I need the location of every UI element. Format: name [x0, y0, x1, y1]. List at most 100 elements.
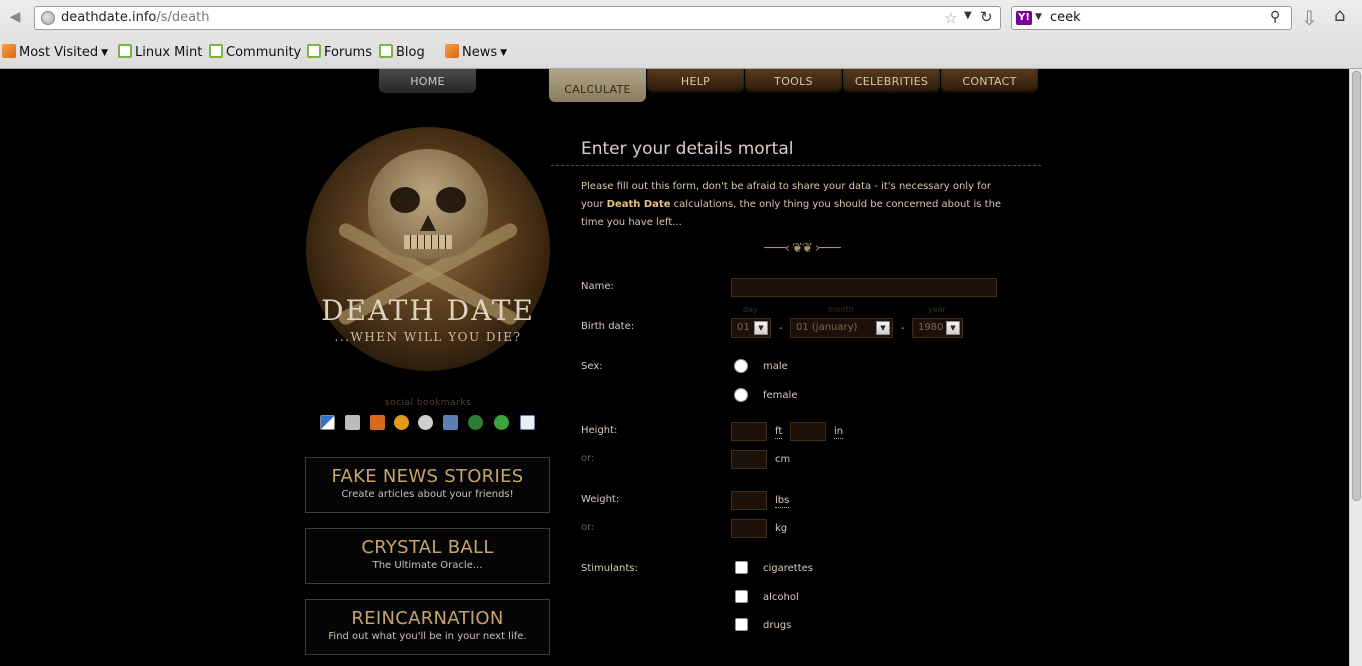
tab-contact[interactable]: CONTACT — [941, 69, 1038, 93]
tab-celebrities[interactable]: CELEBRITIES — [843, 69, 940, 93]
checkbox-drugs[interactable] — [735, 618, 748, 631]
unit-ft: ft — [775, 426, 783, 439]
scrollbar-thumb[interactable] — [1352, 71, 1361, 501]
yahoo-icon[interactable]: Y! — [1016, 11, 1032, 25]
promo-title[interactable]: CRYSTAL BALL — [306, 537, 549, 558]
radio-male[interactable] — [734, 359, 748, 373]
blinklist-icon[interactable] — [394, 415, 409, 430]
technorati-icon[interactable] — [494, 415, 509, 430]
height-in-input[interactable] — [790, 422, 826, 441]
form-intro: Please fill out this form, don't be afra… — [581, 178, 1011, 232]
furl-icon[interactable] — [370, 415, 385, 430]
search-icon[interactable]: ⚲ — [1270, 9, 1280, 25]
female-label[interactable]: female — [763, 390, 797, 401]
delicious-icon[interactable] — [320, 415, 335, 430]
vertical-scrollbar[interactable] — [1349, 69, 1362, 666]
checkbox-cigarettes[interactable] — [735, 561, 748, 574]
sex-label: Sex: — [581, 361, 603, 372]
name-input[interactable] — [731, 278, 997, 297]
bookmark-linux-mint[interactable]: Linux Mint — [118, 44, 202, 60]
promo-subtitle: Find out what you'll be in your next lif… — [328, 631, 527, 642]
promo-crystal-ball[interactable]: CRYSTAL BALL The Ultimate Oracle... — [305, 528, 550, 584]
height-label: Height: — [581, 425, 618, 436]
bookmark-label: News — [462, 45, 498, 60]
skull-teeth — [404, 235, 452, 249]
history-dropdown-icon[interactable]: ▼ — [964, 10, 972, 21]
url-path: /s/death — [156, 10, 210, 25]
bookmark-blog[interactable]: Blog — [379, 44, 425, 60]
reload-icon[interactable]: ↻ — [980, 8, 993, 26]
rss-icon — [445, 44, 459, 58]
promo-title[interactable]: FAKE NEWS STORIES — [306, 466, 549, 487]
url-text[interactable]: deathdate.info/s/death — [61, 10, 209, 25]
search-input[interactable]: ceek — [1050, 10, 1081, 25]
google-icon[interactable] — [520, 415, 535, 430]
cigarettes-label[interactable]: cigarettes — [763, 563, 813, 574]
bookmark-label: Forums — [324, 45, 372, 60]
tab-help[interactable]: HELP — [647, 69, 744, 93]
tab-home[interactable]: HOME — [379, 69, 476, 93]
radio-female[interactable] — [734, 388, 748, 402]
divider — [551, 165, 1041, 166]
checkbox-alcohol[interactable] — [735, 590, 748, 603]
skull-eye — [436, 187, 466, 213]
month-hint: month — [828, 305, 854, 314]
skull-nose — [420, 215, 436, 231]
search-engine-dropdown-icon[interactable]: ▼ — [1035, 12, 1042, 22]
weight-lbs-input[interactable] — [731, 491, 767, 510]
digg-icon[interactable] — [345, 415, 360, 430]
bookmark-star-icon[interactable]: ☆ — [944, 9, 957, 27]
death-date-logo[interactable]: DEATH DATE ...WHEN WILL YOU DIE? — [306, 127, 550, 371]
chevron-down-icon: ▼ — [101, 48, 109, 58]
bookmark-most-visited[interactable]: Most Visited ▼ — [2, 44, 108, 60]
month-select[interactable]: 01 (january) ▼ — [790, 318, 893, 338]
logo-title: DEATH DATE — [321, 294, 535, 327]
bookmark-news[interactable]: News ▼ — [445, 44, 507, 60]
unit-in: in — [834, 426, 844, 439]
reddit-icon[interactable] — [418, 415, 433, 430]
ornament-divider: ───‹ ❦❦ ›─── — [764, 241, 840, 256]
unit-kg: kg — [775, 523, 788, 534]
year-hint: year — [928, 305, 946, 314]
promo-reincarnation[interactable]: REINCARNATION Find out what you'll be in… — [305, 599, 550, 655]
bookmark-label: Linux Mint — [135, 45, 203, 60]
mint-icon — [307, 44, 321, 58]
mint-icon — [209, 44, 223, 58]
tab-tools[interactable]: TOOLS — [745, 69, 842, 93]
search-bar[interactable]: Y! ▼ ceek ⚲ — [1011, 6, 1292, 30]
male-label[interactable]: male — [763, 361, 788, 372]
promo-title[interactable]: REINCARNATION — [306, 608, 549, 629]
month-value: 01 (january) — [796, 322, 858, 333]
year-select[interactable]: 1980 ▼ — [912, 318, 963, 338]
mint-icon — [379, 44, 393, 58]
bookmark-label: Community — [226, 45, 302, 60]
bookmark-community[interactable]: Community — [209, 44, 301, 60]
alcohol-label[interactable]: alcohol — [763, 592, 799, 603]
stumbleupon-icon[interactable] — [468, 415, 483, 430]
chevron-down-icon: ▼ — [500, 48, 508, 58]
form-title: Enter your details mortal — [581, 139, 794, 159]
browser-chrome: ◀ deathdate.info/s/death ☆ ▼ ↻ Y! ▼ ceek… — [0, 0, 1362, 69]
url-bar[interactable]: deathdate.info/s/death ☆ ▼ ↻ — [34, 6, 1001, 30]
home-icon[interactable]: ⌂ — [1334, 5, 1345, 26]
day-select[interactable]: 01 ▼ — [731, 318, 771, 338]
height-ft-input[interactable] — [731, 422, 767, 441]
day-hint: day — [743, 305, 758, 314]
tab-calculate[interactable]: CALCULATE — [549, 69, 646, 102]
name-label: Name: — [581, 281, 614, 292]
height-cm-input[interactable] — [731, 450, 767, 469]
promo-subtitle: Create articles about your friends! — [341, 489, 514, 500]
weight-kg-input[interactable] — [731, 519, 767, 538]
bookmark-label: Blog — [396, 45, 425, 60]
weight-label: Weight: — [581, 494, 620, 505]
newsvine-icon[interactable] — [443, 415, 458, 430]
unit-cm: cm — [775, 454, 791, 465]
back-arrow-icon[interactable]: ◀ — [4, 7, 26, 27]
url-host: deathdate.info — [61, 10, 157, 25]
or-label: or: — [581, 453, 595, 464]
promo-fake-news[interactable]: FAKE NEWS STORIES Create articles about … — [305, 457, 550, 513]
drugs-label[interactable]: drugs — [763, 620, 791, 631]
date-separator: - — [901, 323, 905, 334]
download-icon[interactable]: ⇩ — [1301, 6, 1318, 30]
bookmark-forums[interactable]: Forums — [307, 44, 372, 60]
